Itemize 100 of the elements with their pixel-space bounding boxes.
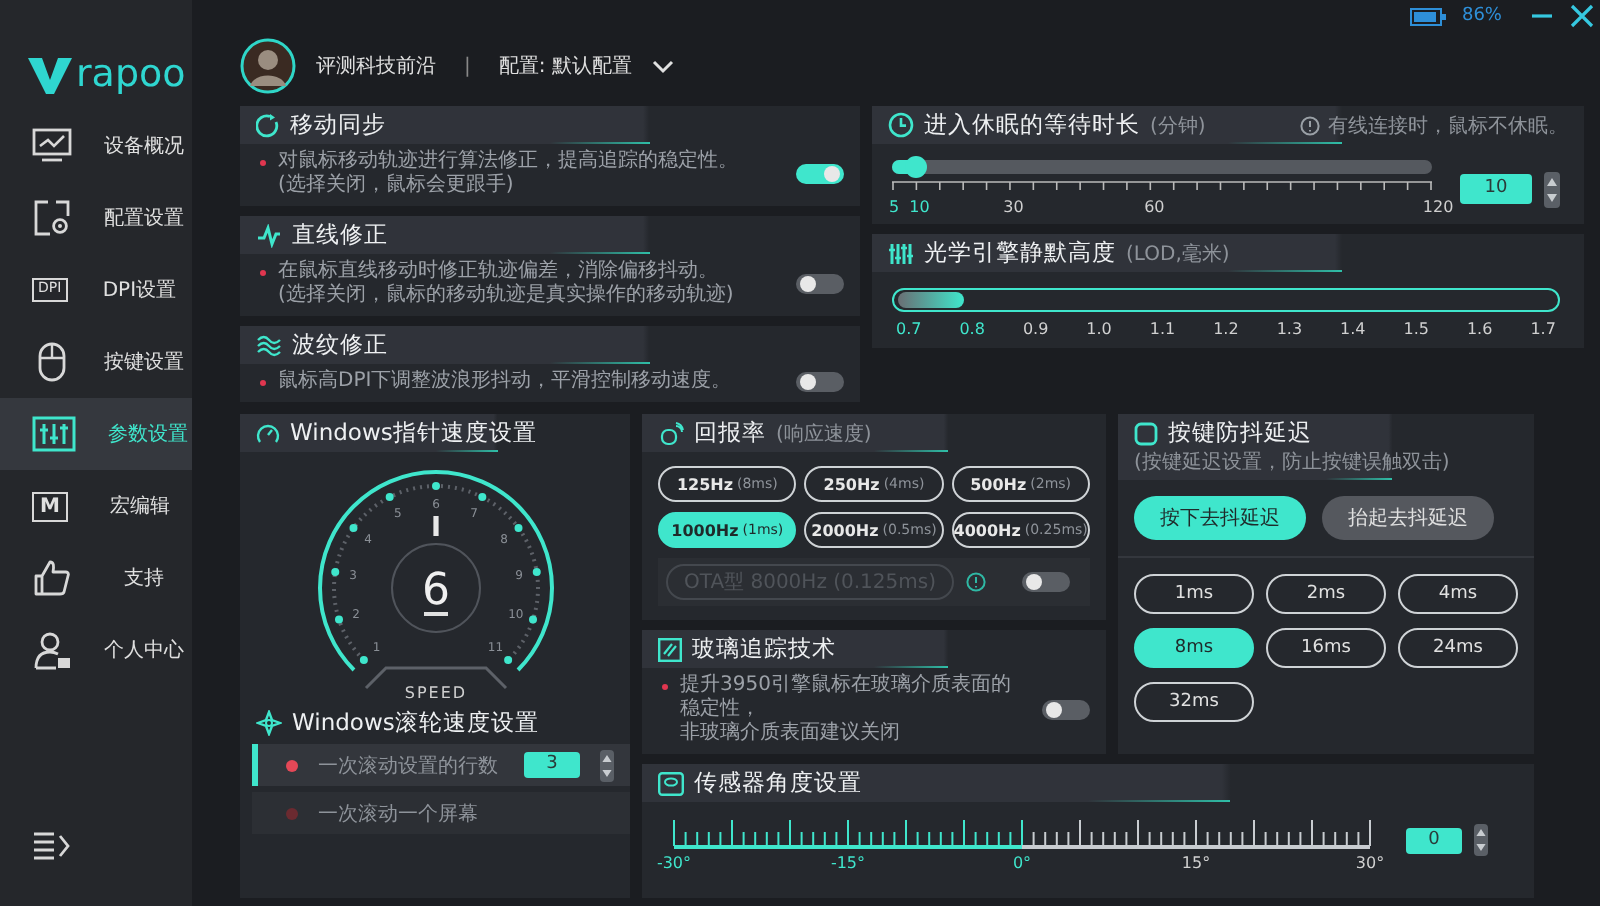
delay-option[interactable]: 2ms [1266, 574, 1386, 614]
square-icon [1134, 421, 1158, 445]
unit-label: (响应速度) [776, 421, 872, 447]
card-title: 光学引擎静默高度 [924, 238, 1116, 268]
speed-value: 6 [421, 566, 449, 616]
unit-label: (分钟) [1150, 113, 1206, 139]
toggle-switch[interactable] [796, 372, 844, 392]
card-title: 波纹修正 [292, 330, 388, 360]
bullet-dot [260, 270, 266, 276]
section-title: Windows滚轮速度设置 [292, 708, 539, 738]
delay-option[interactable]: 4ms [1398, 574, 1518, 614]
bullet-dot [260, 380, 266, 386]
radio-dot [286, 759, 298, 771]
refresh-icon [256, 113, 280, 137]
description-text: (选择关闭，鼠标的移动轨迹是真实操作的移动轨迹) [278, 284, 736, 308]
speedometer-icon [256, 421, 280, 445]
zigzag-icon [256, 223, 282, 247]
tick-label: 15° [1181, 854, 1211, 872]
debounce-mode-button[interactable]: 按下去抖延迟 [1134, 496, 1306, 540]
avatar[interactable] [240, 38, 296, 94]
number-field[interactable]: 10 [1460, 174, 1532, 204]
number-field[interactable]: 0 [1406, 827, 1462, 853]
toggle-switch[interactable] [1042, 700, 1090, 720]
description-text: 在鼠标直线移动时修正轨迹偏差，消除偏移抖动。 [278, 260, 720, 283]
waves-icon [256, 333, 282, 357]
delay-option[interactable]: 16ms [1266, 628, 1386, 668]
description-text: 非玻璃介质表面建议关闭 [680, 722, 902, 746]
number-field[interactable]: 3 [524, 752, 580, 778]
sensor-icon [658, 771, 684, 795]
scroll-option[interactable]: 一次滚动设置的行数 3 [252, 744, 630, 786]
description-text: (选择关闭，鼠标会更跟手) [278, 174, 516, 198]
tick-label: 1.7 [1530, 320, 1556, 338]
logo-mark-icon [28, 57, 72, 93]
tick-label: 10 [909, 198, 930, 216]
angle-ruler[interactable] [673, 819, 1371, 849]
clock-icon [888, 112, 914, 138]
slider-track[interactable] [892, 160, 1432, 174]
sidebar-item[interactable]: 配置设置 [0, 182, 192, 254]
toggle-switch[interactable] [796, 164, 844, 184]
sidebar-item[interactable]: 个人中心 [0, 614, 192, 686]
card-title: 回报率 [694, 418, 766, 448]
tick-label: 0.9 [1022, 320, 1049, 338]
option-label: 一次滚动设置的行数 [318, 753, 500, 779]
bullet-dot [260, 160, 266, 166]
tick-label: 5 [888, 198, 900, 216]
battery-percentage: 86% [1461, 6, 1502, 26]
user-name: 评测科技前沿 [316, 53, 436, 80]
unit-label: (按键延迟设置，防止按键误触双击) [1134, 449, 1450, 476]
sidebar-item[interactable]: 参数设置 [0, 398, 192, 470]
delay-option[interactable]: 1ms [1134, 574, 1254, 614]
bars-icon [888, 241, 914, 265]
tick-label: 60 [1144, 198, 1165, 216]
slider-track[interactable] [892, 288, 1560, 312]
menu-expand-icon[interactable] [32, 830, 72, 862]
tick-label: 0.7 [896, 320, 922, 338]
unit-label: (LOD,毫米) [1126, 241, 1230, 267]
tick-label: 1.5 [1403, 320, 1429, 338]
sidebar-item[interactable]: 支持 [0, 542, 192, 614]
monitor-chart-icon [32, 128, 72, 164]
scroll-option[interactable]: 一次滚动一个屏幕 [252, 792, 630, 834]
toggle-switch[interactable] [796, 274, 844, 294]
radio-dot [286, 807, 298, 819]
slider-thumb[interactable] [904, 156, 927, 178]
description-text: 提升3950引擎鼠标在玻璃介质表面的稳定性， [680, 674, 1013, 721]
macro-icon: M [32, 491, 68, 521]
glass-icon [658, 637, 682, 661]
battery-icon [1409, 7, 1446, 25]
chevron-down-icon [651, 59, 674, 73]
tick-label: 1.1 [1149, 320, 1176, 338]
delay-option[interactable]: 32ms [1134, 682, 1254, 722]
spinner-icon[interactable] [1474, 824, 1488, 856]
close-icon[interactable] [1570, 4, 1594, 28]
header-separator: | [464, 55, 471, 77]
tick-label: -15° [830, 854, 866, 872]
spinner-icon[interactable] [600, 749, 614, 781]
person-icon [32, 630, 72, 670]
thumbs-up-icon [32, 558, 72, 598]
info-icon [966, 572, 987, 592]
card-title: 传感器角度设置 [694, 768, 862, 798]
sidebar-item[interactable]: 按键设置 [0, 326, 192, 398]
bullet-dot [662, 684, 668, 690]
sidebar-item[interactable]: 设备概况 [0, 110, 192, 182]
settings-icon [32, 200, 72, 236]
logo-text: rapoo [76, 56, 186, 94]
info-icon [1300, 115, 1320, 135]
gauge-caption: SPEED [403, 684, 467, 702]
debounce-mode-button[interactable]: 抬起去抖延迟 [1322, 496, 1494, 540]
delay-option[interactable]: 8ms [1134, 628, 1254, 668]
card-title: 玻璃追踪技术 [692, 634, 836, 664]
spinner-icon[interactable] [1544, 171, 1560, 207]
profile-dropdown[interactable]: 配置: 默认配置 [498, 52, 674, 80]
card-title: 进入休眠的等待时长 [924, 110, 1140, 140]
tick-label: 0° [1012, 854, 1032, 872]
tick-label: 120 [1422, 198, 1454, 216]
sliders-icon [32, 416, 76, 452]
sidebar-item[interactable]: M 宏编辑 [0, 470, 192, 542]
tick-label: 1.3 [1276, 320, 1303, 338]
description-text: 鼠标高DPI下调整波浪形抖动，平滑控制移动速度。 [278, 370, 734, 394]
card-title: 按键防抖延迟 [1168, 418, 1312, 448]
delay-option[interactable]: 24ms [1398, 628, 1518, 668]
